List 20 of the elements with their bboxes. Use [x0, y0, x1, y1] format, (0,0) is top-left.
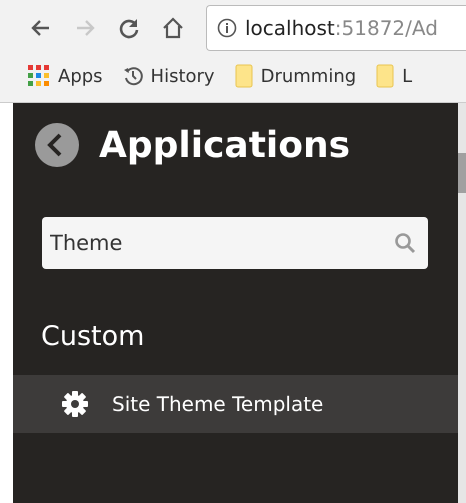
home-icon	[161, 16, 185, 40]
panel-title: Applications	[99, 124, 350, 166]
folder-icon	[234, 64, 253, 88]
apps-grid-icon	[28, 65, 50, 87]
history-icon	[122, 66, 143, 86]
folder-icon	[376, 64, 394, 88]
address-bar[interactable]: localhost:51872/Ad	[206, 5, 466, 51]
bookmark-link[interactable]: History	[150, 66, 215, 86]
bookmark-link[interactable]: Drumming	[260, 66, 356, 86]
gear-icon	[62, 391, 88, 417]
back-icon[interactable]	[35, 123, 79, 167]
url-text: localhost:51872/Ad	[245, 16, 438, 40]
bookmark-link[interactable]: L	[402, 66, 412, 86]
search-field[interactable]: Theme	[42, 217, 428, 269]
scrollbar-thumb[interactable]	[458, 153, 466, 193]
search-icon	[394, 232, 416, 254]
info-icon	[217, 18, 237, 38]
app-list-item[interactable]: Site Theme Template	[13, 375, 458, 433]
bookmark-link[interactable]: Apps	[58, 66, 103, 86]
section-heading: Custom	[41, 321, 144, 352]
